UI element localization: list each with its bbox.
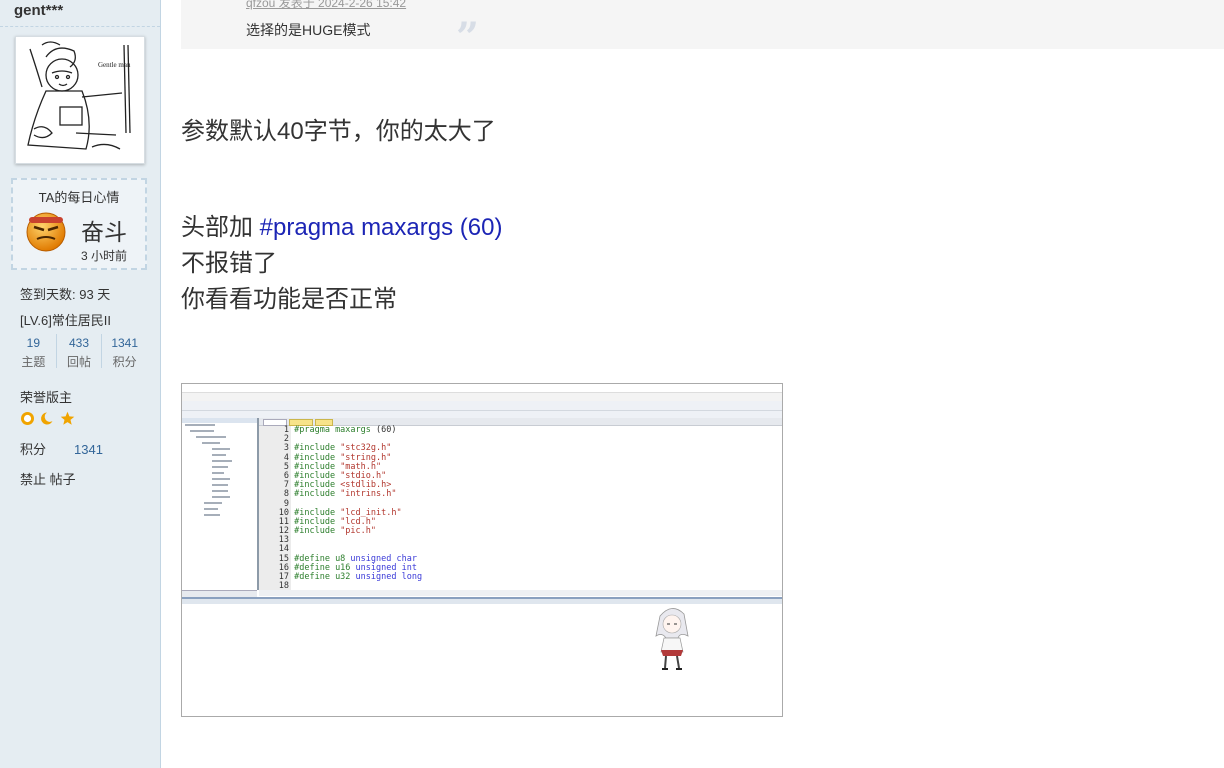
code-token: "pic.h" bbox=[340, 526, 377, 537]
svg-text:Gentle man: Gentle man bbox=[98, 61, 131, 69]
pragma-code: #pragma maxargs (60) bbox=[259, 214, 503, 241]
code-token: #pragma maxargs bbox=[294, 425, 377, 435]
sun-icon[interactable] bbox=[20, 411, 35, 426]
moon-icon[interactable] bbox=[40, 411, 55, 426]
stat-points-label: 积分 bbox=[112, 355, 137, 369]
mood-face-icon bbox=[25, 211, 67, 258]
stat-replies-label: 回帖 bbox=[67, 355, 92, 369]
stat-replies-count[interactable]: 433 bbox=[57, 336, 102, 350]
post-line-2-text: 头部加 bbox=[181, 214, 260, 241]
quote-author-link[interactable]: qfzou 发表于 2024-2-26 15:42 bbox=[246, 0, 406, 11]
user-level[interactable]: [LV.6]常住居民II bbox=[20, 310, 111, 329]
mood-time: 3 小时前 bbox=[81, 249, 128, 263]
quote-text: 选择的是HUGE模式 bbox=[246, 22, 371, 38]
user-sidebar: gent*** Gentle man TA的每日心情 奋斗 3 小时前 签到天数… bbox=[0, 0, 161, 768]
ide-screenshot-image[interactable]: 1 #pragma maxargs (60) 2 3 #include "stc3… bbox=[181, 383, 783, 717]
score-row: 积分 1341 bbox=[20, 439, 103, 458]
code-token: #include bbox=[294, 489, 341, 500]
admin-actions: 禁止 帖子 bbox=[20, 469, 76, 488]
ide-toolbar bbox=[182, 401, 782, 411]
post-line-3: 不报错了 bbox=[181, 250, 277, 277]
ide-code-editor: 1 #pragma maxargs (60) 2 3 #include "stc3… bbox=[259, 418, 782, 591]
star-icon[interactable] bbox=[60, 411, 75, 426]
score-label: 积分 bbox=[20, 442, 47, 457]
mood-title: TA的每日心情 bbox=[38, 190, 120, 205]
quote-close-icon: ” bbox=[456, 14, 480, 61]
anime-character-sticker bbox=[655, 608, 689, 670]
post-line-4: 你看看功能是否正常 bbox=[181, 286, 397, 313]
ide-code-lines: 1 #pragma maxargs (60) 2 3 #include "stc3… bbox=[259, 425, 423, 591]
ide-titlebar bbox=[182, 384, 782, 393]
stat-points-count[interactable]: 1341 bbox=[102, 336, 147, 350]
quote-open-icon: “ bbox=[203, 0, 227, 27]
code-token: #define u32 bbox=[294, 572, 356, 582]
avatar[interactable]: Gentle man bbox=[15, 36, 145, 164]
daily-mood-card: TA的每日心情 奋斗 3 小时前 bbox=[11, 178, 147, 270]
signin-days: 签到天数: 93 天 bbox=[20, 287, 111, 302]
code-token: #include bbox=[294, 526, 341, 537]
user-stats: 19 主题 433 回帖 1341 积分 bbox=[11, 334, 147, 369]
username-link[interactable]: gent*** bbox=[14, 2, 63, 19]
code-token: unsigned long bbox=[355, 572, 423, 582]
stat-points[interactable]: 1341 积分 bbox=[102, 334, 147, 369]
stat-topics[interactable]: 19 主题 bbox=[11, 334, 57, 369]
user-posts-link[interactable]: 帖子 bbox=[50, 472, 76, 487]
code-token: "intrins.h" bbox=[340, 489, 397, 500]
mood-word: 奋斗 bbox=[81, 219, 127, 245]
stat-replies[interactable]: 433 回帖 bbox=[57, 334, 103, 369]
honor-title: 荣誉版主 bbox=[20, 390, 73, 405]
code-token: (60) bbox=[376, 425, 397, 435]
stat-topics-label: 主题 bbox=[21, 355, 46, 369]
avatar-drawing: Gentle man bbox=[27, 41, 131, 150]
medal-row bbox=[20, 411, 75, 426]
ide-menubar bbox=[182, 393, 782, 401]
post-line-2: 头部加 #pragma maxargs (60) bbox=[181, 207, 502, 242]
ban-user-link[interactable]: 禁止 bbox=[20, 472, 46, 487]
ide-project-panel bbox=[182, 418, 259, 590]
ide-project-tabs bbox=[182, 590, 257, 597]
ide-horizontal-scrollbar bbox=[259, 590, 782, 596]
stat-topics-count[interactable]: 19 bbox=[11, 336, 56, 350]
divider bbox=[0, 26, 160, 27]
score-value: 1341 bbox=[74, 442, 103, 457]
quote-block: “ qfzou 发表于 2024-2-26 15:42 选择的是HUGE模式 ” bbox=[181, 0, 1224, 61]
post-line-1: 参数默认40字节，你的太大了 bbox=[181, 118, 496, 145]
